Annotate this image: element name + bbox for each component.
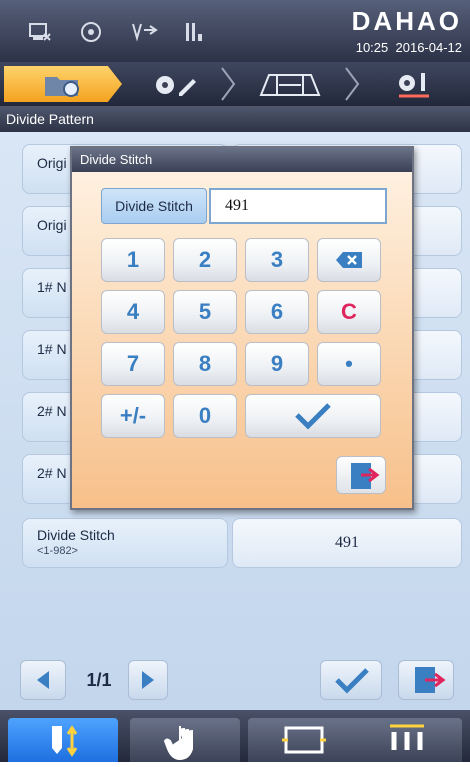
page-next-button[interactable] <box>128 660 168 700</box>
status-bar: DAHAO 10:25 2016-04-12 <box>0 0 470 62</box>
page-indicator: 1/1 <box>86 670 112 690</box>
flower-edit-icon <box>156 76 196 96</box>
exit-door-icon <box>351 463 380 489</box>
disk-icon <box>76 20 106 44</box>
divide-stitch-input[interactable]: 491 <box>209 188 387 224</box>
arrow-right-icon <box>142 671 154 689</box>
needle-updown-icon <box>52 725 78 757</box>
pattern-icon <box>26 20 56 44</box>
confirm-key[interactable] <box>245 394 381 438</box>
key-9[interactable]: 9 <box>245 342 309 386</box>
dialog-field-label: Divide Stitch <box>101 188 207 224</box>
divide-stitch-row: Divide Stitch <1-982> 491 <box>22 518 462 568</box>
key-2[interactable]: 2 <box>173 238 237 282</box>
arrow-left-icon <box>37 671 49 689</box>
clear-key[interactable]: C <box>317 290 381 334</box>
backspace-key[interactable] <box>317 238 381 282</box>
checkmark-icon <box>295 403 331 430</box>
key-6[interactable]: 6 <box>245 290 309 334</box>
hand-icon <box>163 726 193 761</box>
page-prev-button[interactable] <box>20 660 66 700</box>
tab-bar <box>0 62 470 106</box>
key-0[interactable]: 0 <box>173 394 237 438</box>
tab-flower-needle[interactable] <box>364 66 464 102</box>
footer-three-needles-button[interactable] <box>352 718 462 762</box>
frame-measure-icon <box>259 74 321 96</box>
key-4[interactable]: 4 <box>101 290 165 334</box>
key-1[interactable]: 1 <box>101 238 165 282</box>
tab-folder-flower[interactable] <box>4 66 122 102</box>
divide-stitch-range: <1-982> <box>37 545 78 557</box>
footer-frame-button[interactable] <box>248 718 358 762</box>
ok-button[interactable] <box>320 660 382 700</box>
divide-stitch-name: Divide Stitch <box>37 527 115 543</box>
date: 2016-04-12 <box>395 40 463 55</box>
tab-separator-icon <box>221 67 236 101</box>
key-7[interactable]: 7 <box>101 342 165 386</box>
dialog-title: Divide Stitch <box>72 148 412 172</box>
frame-icon <box>282 726 326 754</box>
footer-hand-button[interactable] <box>130 718 240 762</box>
backspace-icon <box>336 252 362 268</box>
dialog-exit-button[interactable] <box>336 456 386 494</box>
clock: 10:25 2016-04-12 <box>356 40 462 55</box>
key-5[interactable]: 5 <box>173 290 237 334</box>
divide-stitch-label: Divide Stitch <1-982> <box>22 518 228 568</box>
needle-icon <box>182 20 212 44</box>
tab-frame-measure[interactable] <box>240 66 340 102</box>
tab-separator-icon <box>345 67 360 101</box>
three-needles-icon <box>390 724 424 750</box>
tab-flower-edit[interactable] <box>132 66 218 102</box>
exit-button[interactable] <box>398 660 454 700</box>
divide-stitch-dialog: Divide Stitch Divide Stitch 491 1 2 3 4 … <box>70 146 414 510</box>
folder-flower-icon <box>45 77 79 97</box>
brand-logo: DAHAO <box>351 6 462 36</box>
section-title: Divide Pattern <box>0 106 470 132</box>
divide-stitch-value[interactable]: 491 <box>232 518 462 568</box>
key-3[interactable]: 3 <box>245 238 309 282</box>
flower-needle-icon <box>399 73 429 98</box>
key-8[interactable]: 8 <box>173 342 237 386</box>
time: 10:25 <box>355 40 389 55</box>
checkmark-icon <box>335 668 369 694</box>
footer-needle-updown-button[interactable] <box>8 718 118 762</box>
footer-bar <box>0 710 470 762</box>
exit-door-icon <box>415 667 446 693</box>
thread-icon <box>130 20 160 44</box>
decimal-key[interactable]: • <box>317 342 381 386</box>
sign-key[interactable]: +/- <box>101 394 165 438</box>
